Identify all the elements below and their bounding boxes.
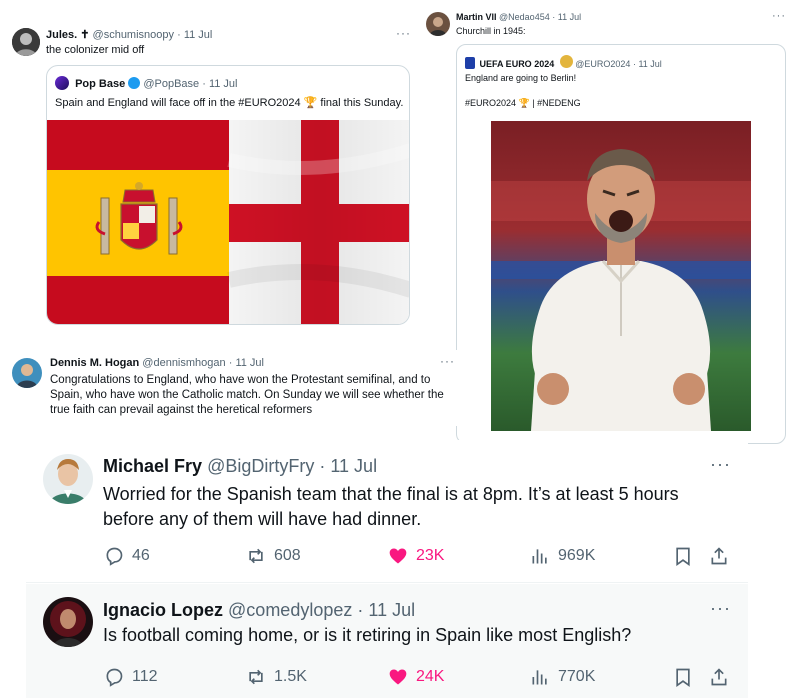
verified-badge-icon — [128, 77, 141, 89]
views-button[interactable]: 770K — [530, 667, 595, 687]
retweet-icon — [249, 669, 263, 685]
tweet-jules[interactable]: Jules. ✝ @schumisnoopy · 11 Jul ··· the … — [0, 0, 422, 350]
like-count: 24K — [416, 668, 445, 685]
popbase-logo-icon — [55, 76, 69, 90]
tweet-header: Ignacio Lopez @comedylopez · 11 Jul — [103, 600, 416, 620]
tweet-ignacio[interactable]: Ignacio Lopez @comedylopez · 11 Jul ··· … — [26, 584, 748, 698]
timestamp[interactable]: 11 Jul — [558, 12, 581, 22]
tweet-martin[interactable]: Martin VII @Nedao454 · 11 Jul ··· Church… — [422, 6, 794, 444]
avatar[interactable] — [12, 28, 40, 56]
views-button[interactable]: 969K — [530, 546, 595, 566]
bookmark-icon — [676, 668, 690, 687]
reply-button[interactable]: 112 — [104, 667, 158, 687]
handle[interactable]: @Nedao454 — [499, 12, 550, 22]
reply-icon — [106, 547, 123, 566]
avatar-image — [43, 454, 93, 504]
quote-card-uefa[interactable]: UEFA EURO 2024 @EURO2024 · 11 Jul Englan… — [456, 44, 786, 444]
retweet-count: 1.5K — [274, 668, 307, 685]
quote-text: Spain and England will face off in the #… — [55, 97, 404, 109]
timestamp[interactable]: 11 Jul — [638, 59, 661, 69]
quote-header: UEFA EURO 2024 @EURO2024 · 11 Jul — [465, 55, 662, 69]
timestamp[interactable]: 11 Jul — [209, 78, 238, 90]
display-name[interactable]: UEFA EURO 2024 — [480, 59, 555, 69]
reply-count: 46 — [132, 547, 150, 564]
avatar[interactable] — [426, 12, 450, 36]
handle[interactable]: @comedylopez — [228, 600, 352, 620]
retweet-count: 608 — [274, 547, 301, 564]
tweet-text: Worried for the Spanish team that the fi… — [103, 484, 679, 529]
reply-button[interactable]: 46 — [104, 546, 150, 566]
quote-text: England are going to Berlin! — [465, 73, 577, 83]
share-icon — [711, 668, 727, 686]
more-options-icon[interactable]: ··· — [710, 598, 731, 619]
bookmark-icon — [676, 547, 690, 566]
tweet-header: Michael Fry @BigDirtyFry · 11 Jul — [103, 456, 378, 476]
handle[interactable]: @dennismhogan — [142, 357, 225, 369]
handle[interactable]: @EURO2024 — [575, 59, 630, 69]
like-button[interactable]: 24K — [388, 667, 444, 687]
heart-icon — [389, 548, 407, 564]
quote-header: Pop Base @PopBase · 11 Jul — [55, 76, 237, 90]
tweet-michael[interactable]: Michael Fry @BigDirtyFry · 11 Jul ··· Wo… — [26, 440, 748, 583]
more-options-icon[interactable]: ··· — [396, 26, 411, 40]
tweet-header: Martin VII @Nedao454 · 11 Jul — [456, 12, 582, 22]
like-count: 23K — [416, 547, 445, 564]
avatar-image — [426, 12, 450, 36]
share-icon — [711, 547, 727, 565]
like-button[interactable]: 23K — [388, 546, 444, 566]
timestamp[interactable]: 11 Jul — [184, 29, 213, 41]
quote-hashtags[interactable]: #EURO2024 🏆 | #NEDENG — [465, 98, 581, 109]
display-name[interactable]: Ignacio Lopez — [103, 600, 223, 620]
retweet-button[interactable]: 1.5K — [246, 667, 307, 687]
heart-icon — [389, 669, 407, 685]
uefa-logo-icon — [465, 57, 475, 69]
more-options-icon[interactable]: ··· — [710, 454, 731, 475]
more-options-icon[interactable]: ··· — [772, 10, 786, 22]
name-suffix: ✝ — [80, 29, 90, 41]
timestamp[interactable]: 11 Jul — [330, 456, 377, 476]
view-count: 969K — [558, 547, 596, 564]
tweet-text: Churchill in 1945: — [456, 26, 526, 36]
avatar-image — [43, 597, 93, 647]
avatar[interactable] — [12, 358, 42, 388]
display-name[interactable]: Dennis M. Hogan — [50, 357, 139, 369]
view-count: 770K — [558, 668, 596, 685]
display-name[interactable]: Pop Base — [75, 78, 125, 90]
views-icon — [532, 670, 547, 685]
share-button[interactable] — [709, 667, 729, 687]
spain-england-flags-image[interactable] — [47, 120, 410, 325]
handle[interactable]: @PopBase — [143, 78, 199, 90]
more-options-icon[interactable]: ··· — [440, 354, 455, 368]
celebrating-coach-photo[interactable] — [491, 121, 751, 431]
share-button[interactable] — [709, 546, 729, 566]
timestamp[interactable]: 11 Jul — [235, 357, 264, 369]
verified-badge-icon — [559, 55, 573, 68]
reply-count: 112 — [132, 668, 158, 685]
retweet-button[interactable]: 608 — [246, 546, 301, 566]
tweet-header: Dennis M. Hogan @dennismhogan · 11 Jul — [50, 357, 264, 369]
display-name[interactable]: Martin VII — [456, 12, 497, 22]
bookmark-button[interactable] — [673, 667, 693, 687]
tweet-text: Congratulations to England, who have won… — [50, 374, 444, 416]
avatar[interactable] — [43, 597, 93, 647]
display-name[interactable]: Jules. — [46, 29, 77, 41]
avatar-image — [12, 28, 40, 56]
display-name[interactable]: Michael Fry — [103, 456, 202, 476]
handle[interactable]: @schumisnoopy — [93, 29, 174, 41]
retweet-icon — [249, 548, 263, 564]
bookmark-button[interactable] — [673, 546, 693, 566]
views-icon — [532, 549, 547, 564]
quote-card-popbase[interactable]: Pop Base @PopBase · 11 Jul Spain and Eng… — [46, 65, 410, 325]
timestamp[interactable]: 11 Jul — [368, 600, 415, 620]
handle[interactable]: @BigDirtyFry — [207, 456, 314, 476]
reply-icon — [106, 668, 123, 687]
tweet-text: Is football coming home, or is it retiri… — [103, 625, 632, 645]
tweet-text: the colonizer mid off — [46, 44, 145, 56]
avatar[interactable] — [43, 454, 93, 504]
avatar-image — [12, 358, 42, 388]
tweet-header: Jules. ✝ @schumisnoopy · 11 Jul — [46, 29, 213, 41]
tweet-dennis[interactable]: Dennis M. Hogan @dennismhogan · 11 Jul ·… — [0, 350, 460, 426]
